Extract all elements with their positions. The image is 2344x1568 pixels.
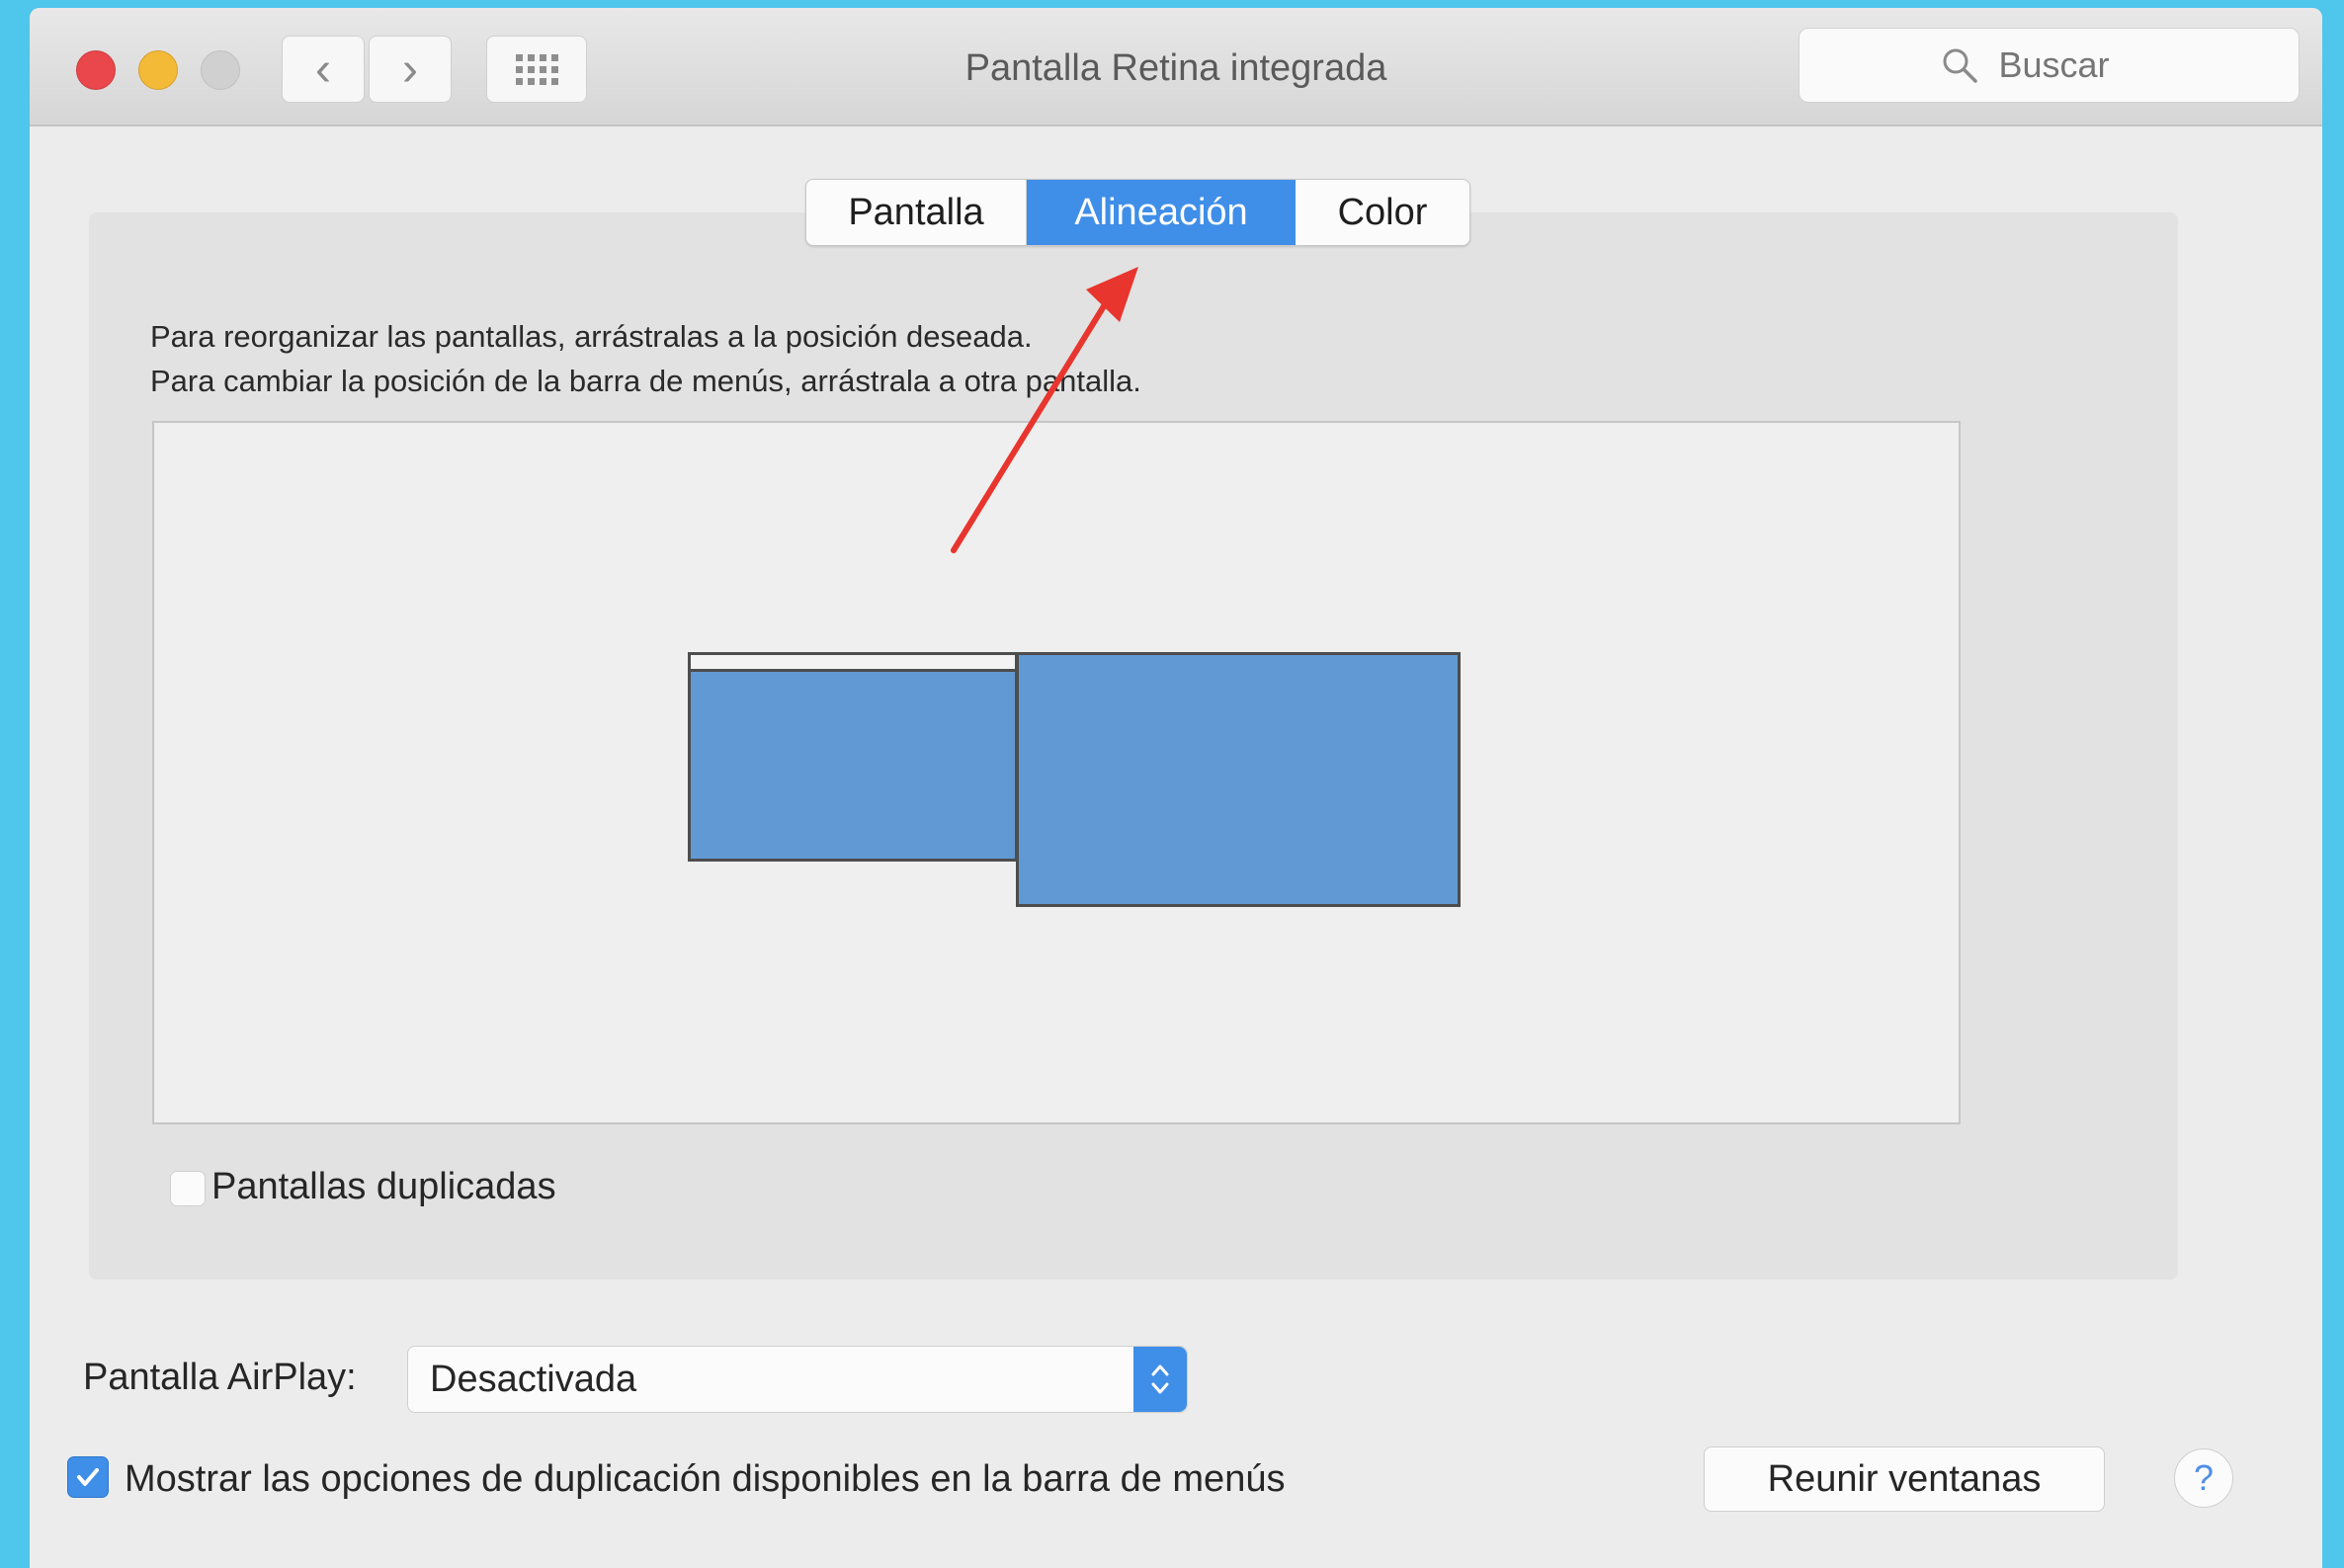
search-input[interactable] xyxy=(1996,43,2159,87)
search-field[interactable] xyxy=(1799,28,2300,103)
display-secondary[interactable] xyxy=(1016,652,1461,907)
mirror-displays-label: Pantallas duplicadas xyxy=(211,1166,556,1207)
tab-pantalla[interactable]: Pantalla xyxy=(806,180,1027,245)
menu-bar-indicator[interactable] xyxy=(691,655,1015,672)
show-mirroring-options-label: Mostrar las opciones de duplicación disp… xyxy=(125,1458,1286,1500)
help-button[interactable]: ? xyxy=(2174,1448,2233,1508)
display-arrangement-area xyxy=(152,421,1961,1124)
display-main-with-menubar[interactable] xyxy=(688,652,1018,862)
show-mirroring-options-checkbox[interactable] xyxy=(67,1456,109,1498)
title-bar: ‹ › Pantalla Retina integrada xyxy=(30,8,2322,126)
chevron-updown-icon[interactable] xyxy=(1133,1347,1187,1412)
tab-bar: Pantalla Alineación Color xyxy=(805,179,1470,246)
gather-windows-button[interactable]: Reunir ventanas xyxy=(1704,1446,2105,1512)
tab-alineacion[interactable]: Alineación xyxy=(1027,180,1296,245)
airplay-select-value: Desactivada xyxy=(430,1359,637,1400)
arrangement-instructions: Para reorganizar las pantallas, arrástra… xyxy=(150,314,1141,403)
search-icon xyxy=(1943,48,1977,83)
checkmark-icon xyxy=(77,1468,99,1486)
mirror-displays-checkbox[interactable] xyxy=(170,1171,206,1206)
airplay-select[interactable]: Desactivada xyxy=(407,1346,1188,1413)
airplay-label: Pantalla AirPlay: xyxy=(83,1357,357,1398)
tab-color[interactable]: Color xyxy=(1296,180,1469,245)
stepper-arrows-icon xyxy=(1151,1364,1169,1394)
instruction-line-2: Para cambiar la posición de la barra de … xyxy=(150,364,1141,398)
instruction-line-1: Para reorganizar las pantallas, arrástra… xyxy=(150,319,1033,354)
